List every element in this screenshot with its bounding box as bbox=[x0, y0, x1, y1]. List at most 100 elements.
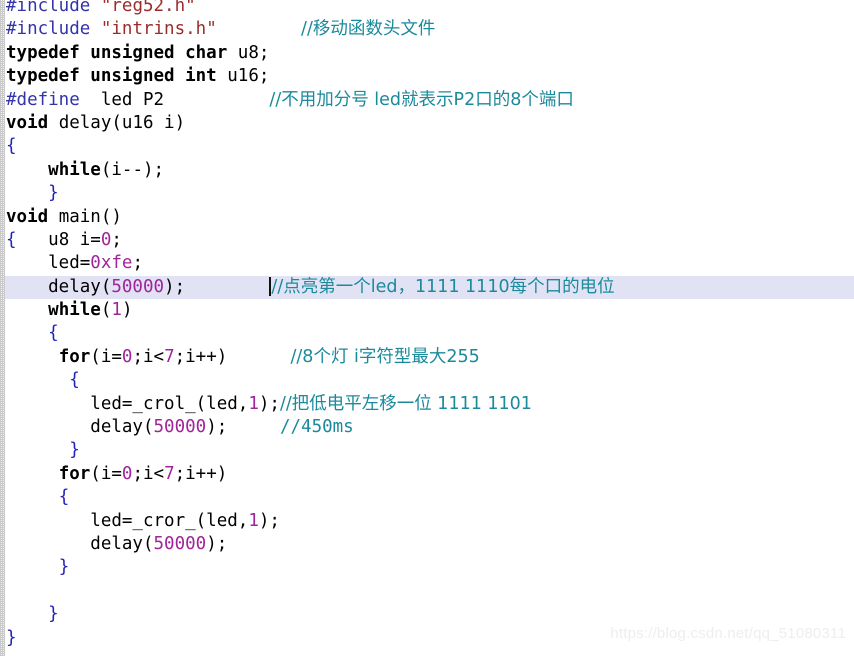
token-plain: ) bbox=[121, 300, 133, 321]
token-brace: } bbox=[58, 557, 70, 578]
code-line[interactable]: } bbox=[0, 603, 854, 626]
code-line[interactable]: while(i--); bbox=[0, 159, 854, 182]
token-plain: ); bbox=[258, 393, 280, 414]
code-line[interactable]: { bbox=[0, 369, 854, 392]
token-str: "reg52.h" bbox=[100, 0, 196, 16]
code-line[interactable]: led=0xfe; bbox=[0, 252, 854, 275]
token-brace: { bbox=[6, 229, 17, 250]
token-plain: ); bbox=[164, 276, 186, 297]
token-plain: delay( bbox=[6, 533, 154, 554]
code-line[interactable]: void delay(u16 i) bbox=[0, 112, 854, 135]
token-num: 0 bbox=[121, 463, 133, 484]
code-line[interactable]: while(1) bbox=[0, 299, 854, 322]
token-punc: ; bbox=[111, 229, 122, 250]
token-pre: #include bbox=[6, 0, 91, 16]
token-brace: } bbox=[48, 604, 59, 625]
token-num: 50000 bbox=[153, 417, 207, 438]
code-line-active[interactable]: delay(50000); //点亮第一个led，1111 1110每个口的电位 bbox=[0, 275, 854, 300]
token-plain: ( bbox=[100, 300, 112, 321]
token-plain: u8 bbox=[227, 42, 259, 63]
token-cmt: //移动函数头文件 bbox=[301, 19, 436, 40]
token-num: 50000 bbox=[111, 276, 165, 297]
code-line[interactable]: } bbox=[0, 439, 854, 462]
token-punc: ; bbox=[132, 253, 143, 274]
token-punc: ; bbox=[258, 42, 270, 63]
token-brace: { bbox=[6, 136, 17, 157]
token-kw: while bbox=[48, 159, 101, 180]
code-line[interactable]: for(i=0;i<7;i++) bbox=[0, 463, 854, 486]
token-plain: delay( bbox=[6, 417, 154, 438]
token-kw: typedef unsigned int bbox=[6, 66, 217, 87]
token-plain: ); bbox=[258, 510, 280, 531]
code-line[interactable]: { bbox=[0, 322, 854, 345]
code-line[interactable]: typedef unsigned char u8; bbox=[0, 42, 854, 65]
token-plain: ); bbox=[206, 533, 228, 554]
token-plain: main() bbox=[48, 206, 122, 227]
token-brace: { bbox=[48, 323, 59, 344]
token-plain: ); bbox=[206, 417, 228, 438]
token-kw: void bbox=[6, 112, 49, 133]
code-line[interactable]: #include "intrins.h" //移动函数头文件 bbox=[0, 18, 854, 41]
token-kw: typedef unsigned char bbox=[6, 42, 228, 63]
code-line[interactable]: { bbox=[0, 486, 854, 509]
code-line[interactable]: for(i=0;i<7;i++) //8个灯 i字符型最大255 bbox=[0, 346, 854, 369]
code-line[interactable]: led=_crol_(led,1);//把低电平左移一位 1111 1101 bbox=[0, 393, 854, 416]
token-pre: #define bbox=[6, 89, 80, 110]
csdn-watermark: https://blog.csdn.net/qq_51080311 bbox=[610, 625, 846, 642]
code-line[interactable]: } bbox=[0, 556, 854, 579]
code-line[interactable]: } bbox=[0, 182, 854, 205]
code-line[interactable]: delay(50000); //450ms bbox=[0, 416, 854, 439]
token-plain: ;i++) bbox=[174, 463, 228, 484]
code-line[interactable]: delay(50000); bbox=[0, 533, 854, 556]
token-num: 0xfe bbox=[90, 253, 133, 274]
code-line[interactable] bbox=[0, 580, 854, 603]
token-plain: delay(u16 i) bbox=[48, 112, 186, 133]
token-cmt: //不用加分号 led就表示P2口的8个端口 bbox=[269, 89, 574, 110]
token-cmt: //8个灯 i字符型最大255 bbox=[290, 346, 480, 367]
code-line[interactable]: typedef unsigned int u16; bbox=[0, 65, 854, 88]
token-num: 0 bbox=[121, 346, 133, 367]
code-line[interactable]: #define led P2 //不用加分号 led就表示P2口的8个端口 bbox=[0, 89, 854, 112]
token-kw: void bbox=[6, 206, 49, 227]
editor-folding-gutter[interactable] bbox=[0, 0, 5, 656]
token-kw: while bbox=[48, 300, 101, 321]
token-num: 7 bbox=[164, 463, 175, 484]
code-line[interactable]: void main() bbox=[0, 206, 854, 229]
token-plain: delay( bbox=[6, 276, 112, 297]
token-punc: ; bbox=[258, 66, 270, 87]
token-num: 1 bbox=[248, 393, 259, 414]
code-line[interactable]: led=_cror_(led,1); bbox=[0, 510, 854, 533]
code-line[interactable]: { bbox=[0, 135, 854, 158]
code-text-area[interactable]: #include "reg52.h" #include "intrins.h" /… bbox=[0, 0, 854, 650]
code-line[interactable]: { u8 i=0; bbox=[0, 229, 854, 252]
token-plain: (i--); bbox=[100, 159, 165, 180]
token-cmt: //450ms bbox=[279, 417, 354, 438]
token-brace: { bbox=[58, 487, 70, 508]
token-kw: for bbox=[58, 463, 91, 484]
token-plain: led=_cror_(led, bbox=[6, 510, 249, 531]
token-brace: } bbox=[69, 440, 80, 461]
token-num: 1 bbox=[111, 300, 122, 321]
token-pre: #include bbox=[6, 19, 91, 40]
token-plain: led P2 bbox=[79, 89, 165, 110]
token-plain: (i= bbox=[90, 346, 122, 367]
token-num: 0 bbox=[100, 229, 112, 250]
code-line[interactable]: #include "reg52.h" bbox=[0, 0, 854, 18]
token-cmt: //点亮第一个led，1111 1110每个口的电位 bbox=[271, 276, 615, 297]
token-plain: ;i< bbox=[132, 346, 165, 367]
code-editor[interactable]: #include "reg52.h" #include "intrins.h" /… bbox=[0, 0, 854, 656]
